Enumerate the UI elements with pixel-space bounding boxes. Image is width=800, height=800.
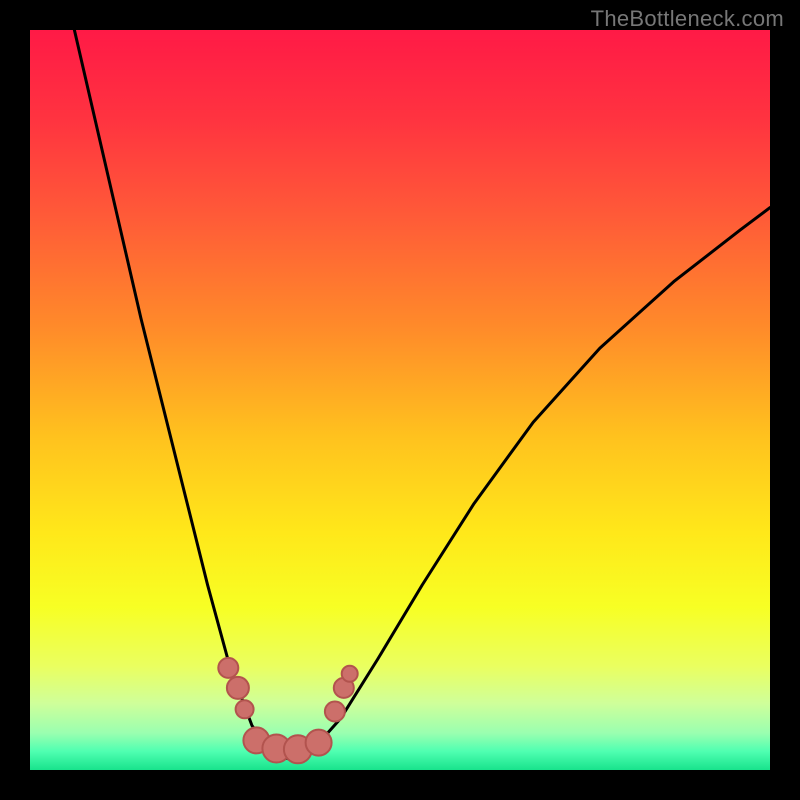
data-marker [342, 666, 358, 682]
data-marker [325, 702, 345, 722]
bottleneck-curve [30, 30, 770, 770]
data-markers [218, 658, 357, 763]
data-marker [227, 677, 249, 699]
chart-frame: TheBottleneck.com [0, 0, 800, 800]
data-marker [236, 700, 254, 718]
watermark-text: TheBottleneck.com [591, 6, 784, 32]
data-marker [218, 658, 238, 678]
plot-area [30, 30, 770, 770]
data-marker [306, 730, 332, 756]
